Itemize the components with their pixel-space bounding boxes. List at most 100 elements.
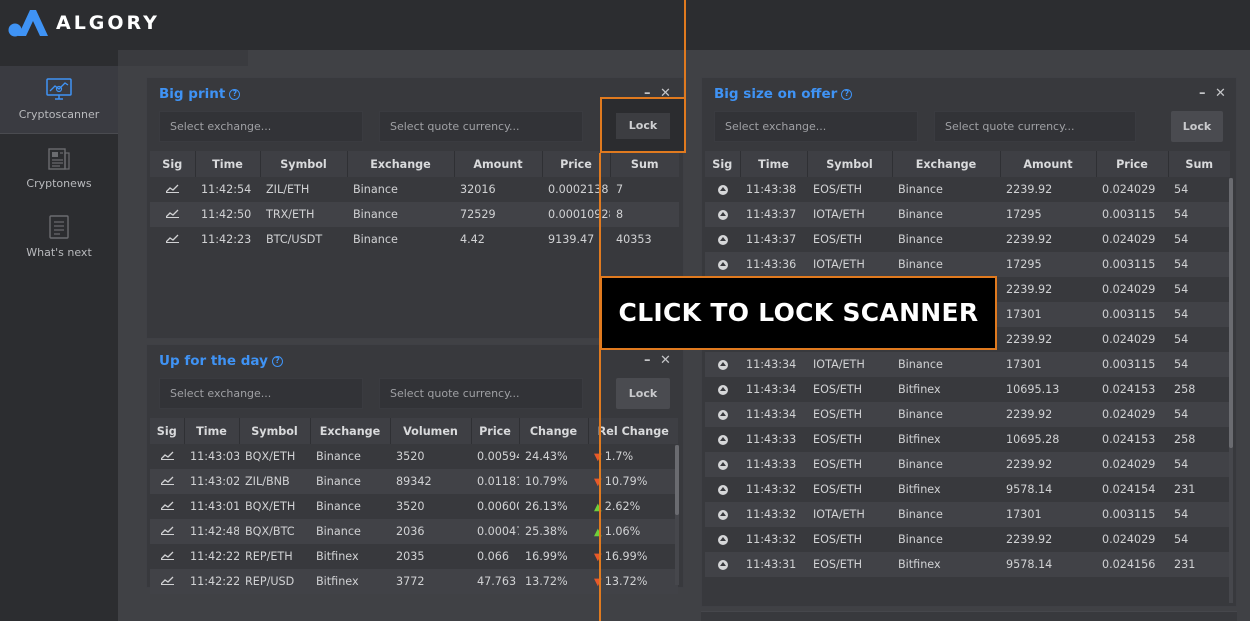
column-header[interactable]: Amount [1000,151,1097,177]
column-header[interactable]: Symbol [260,151,348,177]
exchange-select[interactable]: Select exchange... [714,111,918,142]
arrow-up-circle-icon[interactable] [717,535,728,545]
symbol-cell: EOS/ETH [807,452,892,477]
minimize-icon[interactable]: – [644,353,651,368]
exchange-cell: Bitfinex [898,483,941,496]
trend-chart-icon[interactable] [160,576,174,585]
arrow-up-circle-icon[interactable] [717,435,728,445]
trend-chart-icon[interactable] [166,184,179,193]
scrollbar-thumb[interactable] [1229,178,1233,448]
column-header[interactable]: Exchange [892,151,1001,177]
column-header[interactable]: Symbol [807,151,893,177]
sidebar-item-cryptonews[interactable]: Cryptonews [0,134,118,202]
lock-button[interactable]: Lock [1171,111,1223,142]
table-row[interactable]: 11:43:37 EOS/ETH Binance 2239.92 0.024029 54 [705,227,1230,252]
symbol-cell: REP/USD [239,569,310,594]
table-row[interactable]: 11:43:33 EOS/ETH Binance 2239.92 0.024029 54 [705,452,1230,477]
column-header[interactable]: Price [1096,151,1169,177]
arrow-up-circle-icon[interactable] [717,485,728,495]
time-cell: 11:42:22 [190,550,239,563]
sidebar-item-cryptoscanner[interactable]: Cryptoscanner [0,66,118,134]
table-row[interactable]: 11:43:34 EOS/ETH Binance 2239.92 0.024029 54 [705,402,1230,427]
column-header[interactable]: Sig [150,418,185,444]
sidebar-item-label: Cryptonews [26,176,92,190]
quote-currency-select[interactable]: Select quote currency... [379,378,583,409]
trend-chart-icon[interactable] [160,526,174,535]
column-header[interactable]: Sig [150,151,196,177]
sum-cell: 54 [1168,252,1230,277]
table-row[interactable]: 11:43:32 IOTA/ETH Binance 17301 0.003115 54 [705,502,1230,527]
trend-chart-icon[interactable] [160,551,174,560]
arrow-up-circle-icon[interactable] [717,360,728,370]
price-cell: 0.003115 [1096,202,1168,227]
trend-chart-icon[interactable] [160,476,174,485]
table-row[interactable]: 11:43:32 EOS/ETH Bitfinex 9578.14 0.024154 23… [705,477,1230,502]
exchange-select[interactable]: Select exchange... [159,111,363,142]
trend-chart-icon[interactable] [166,209,179,218]
arrow-up-circle-icon[interactable] [717,385,728,395]
table-row[interactable]: 11:43:37 IOTA/ETH Binance 17295 0.003115 54 [705,202,1230,227]
arrow-up-circle-icon[interactable] [717,235,728,245]
arrow-up-circle-icon[interactable] [717,260,728,270]
price-cell: 0.003115 [1096,302,1168,327]
exchange-select[interactable]: Select exchange... [159,378,363,409]
arrow-up-circle-icon[interactable] [717,185,728,195]
price-cell: 0.024029 [1096,452,1168,477]
column-header[interactable]: Exchange [310,418,391,444]
column-header[interactable]: Change [519,418,589,444]
quote-currency-select[interactable]: Select quote currency... [379,111,583,142]
tutorial-callout: CLICK TO LOCK SCANNER [600,276,997,350]
table-row[interactable]: 11:43:36 IOTA/ETH Binance 17295 0.003115 54 [705,252,1230,277]
exchange-cell: Binance [892,352,1000,377]
help-icon[interactable]: ? [229,88,241,100]
column-header[interactable]: Sum [610,151,679,177]
column-header[interactable]: Volumen [390,418,472,444]
trend-chart-icon[interactable] [160,501,174,510]
trend-chart-icon[interactable] [160,451,174,460]
exchange-cell: Binance [892,502,1000,527]
column-header[interactable]: Sum [1168,151,1230,177]
table-row[interactable]: 11:43:34 EOS/ETH Bitfinex 10695.13 0.024153 2… [705,377,1230,402]
column-header[interactable]: Exchange [347,151,455,177]
column-header[interactable]: Rel Change [588,418,678,444]
amount-cell: 17301 [1000,352,1096,377]
table-row[interactable]: 11:43:33 EOS/ETH Bitfinex 10695.28 0.024153 2… [705,427,1230,452]
table-row[interactable]: 11:43:38 EOS/ETH Binance 2239.92 0.024029 54 [705,177,1230,202]
table-row[interactable]: 11:43:34 IOTA/ETH Binance 17301 0.003115 54 [705,352,1230,377]
help-icon[interactable]: ? [841,88,853,100]
trend-chart-icon[interactable] [166,234,179,243]
time-cell: 11:43:31 [740,552,807,577]
column-header[interactable]: Amount [454,151,543,177]
amount-cell: 2239.92 [1006,333,1053,346]
minimize-icon[interactable]: – [1199,86,1206,101]
arrow-up-circle-icon[interactable] [717,410,728,420]
column-header[interactable]: Symbol [239,418,311,444]
lock-button[interactable]: Lock [616,113,670,139]
column-header[interactable]: Time [740,151,808,177]
arrow-up-circle-icon[interactable] [717,460,728,470]
symbol-cell: REP/ETH [245,550,293,563]
price-cell: 0.024029 [1102,233,1156,246]
close-icon[interactable]: ✕ [1215,86,1226,101]
change-cell: 26.13% [525,500,568,513]
column-header[interactable]: Time [184,418,240,444]
arrow-up-circle-icon[interactable] [717,210,728,220]
scrollbar-thumb[interactable] [675,445,679,515]
table-row[interactable]: 11:43:32 EOS/ETH Binance 2239.92 0.024029 54 [705,527,1230,552]
column-header[interactable]: Time [195,151,261,177]
rel-change-cell: ▼ 13.72% [588,569,678,594]
column-header[interactable]: Sig [705,151,741,177]
column-header[interactable]: Price [471,418,520,444]
arrow-up-circle-icon[interactable] [717,510,728,520]
change-cell: 24.43% [525,450,568,463]
quote-currency-select[interactable]: Select quote currency... [934,111,1136,142]
symbol-cell: TRX/ETH [260,202,347,227]
panel-title: Big print [159,86,226,102]
sidebar-item-whats-next[interactable]: What's next [0,202,118,270]
arrow-up-circle-icon[interactable] [717,560,728,570]
lock-button[interactable]: Lock [616,378,670,409]
help-icon[interactable]: ? [271,355,283,367]
table-row[interactable]: 11:43:31 EOS/ETH Bitfinex 9578.14 0.024156 23… [705,552,1230,577]
app-logo[interactable]: ALGORY [8,8,160,38]
close-icon[interactable]: ✕ [660,353,671,368]
